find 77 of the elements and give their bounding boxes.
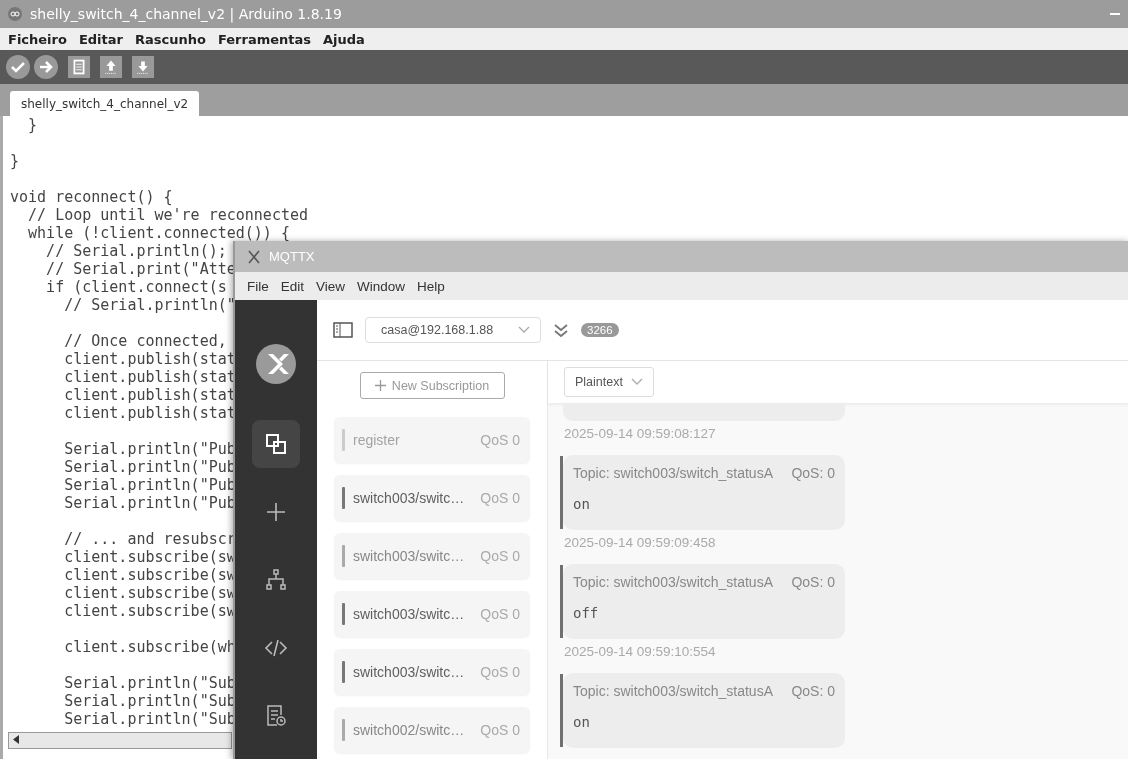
code-line: Serial.println("Pub: [63, 440, 236, 458]
menu-item[interactable]: View: [310, 278, 352, 294]
message-topic: Topic: switch003/switch_statusA: [573, 683, 773, 699]
chevron-down-icon: [518, 326, 530, 334]
code-line: // Serial.println(": [63, 296, 236, 314]
app-logo-icon: [8, 7, 22, 21]
message-time: 2025-09-14 09:59:08:127: [563, 425, 716, 441]
code-line: client.subscribe(sw: [63, 548, 236, 566]
window-title: MQTTX: [269, 249, 315, 264]
code-line: // ... and resubscr: [63, 530, 236, 548]
x-logo-icon: [247, 249, 261, 264]
code-line: // Serial.print("Atte: [45, 260, 236, 278]
code-line: client.publish(stat: [63, 350, 236, 368]
code-line: Serial.println("Pub: [63, 476, 236, 494]
code-line: client.publish(stat: [63, 386, 236, 404]
file-tab[interactable]: shelly_switch_4_channel_v2: [10, 91, 200, 116]
code-line: if (client.connect(s: [45, 278, 227, 296]
menu-item[interactable]: File: [241, 278, 275, 294]
message-topic: Topic: switch003/switch_statusA: [573, 465, 773, 481]
window-title: shelly_switch_4_channel_v2 | Arduino 1.8.19: [30, 6, 342, 22]
message-qos: QoS: 0: [791, 574, 835, 590]
menu-item[interactable]: Window: [351, 278, 412, 294]
code-line: Serial.println("Pub: [63, 494, 236, 512]
left-arrow-icon[interactable]: [13, 735, 19, 744]
message-payload: off: [573, 605, 599, 621]
code-line: Serial.println("Pub: [63, 458, 236, 476]
code-line: Serial.println("Sub: [63, 674, 236, 692]
check-icon[interactable]: [6, 55, 30, 79]
code-line: Serial.println("Sub: [63, 710, 236, 728]
menu-item[interactable]: Editar: [78, 31, 123, 47]
code-line: while (!client.connected()) {: [27, 224, 290, 242]
code-line: }: [27, 116, 38, 134]
double-chevron-icon[interactable]: [553, 322, 569, 338]
app-logo-icon: [256, 344, 296, 384]
message-payload: on: [573, 496, 590, 512]
code-line: // Serial.println();: [45, 242, 227, 260]
horizontal-scrollbar[interactable]: [8, 732, 232, 749]
upload-icon[interactable]: [100, 56, 122, 78]
code-line: client.publish(stat: [63, 404, 236, 422]
code-line: Serial.println("Sub: [63, 692, 236, 710]
plus-icon: [374, 380, 386, 391]
connection-dropdown[interactable]: casa@192.168.1.88: [365, 317, 541, 343]
code-line: // Loop until we're reconnected: [27, 206, 308, 224]
code-line: void reconnect() {: [10, 188, 173, 206]
subscription-item[interactable]: switch003/switc… QoS 0: [334, 649, 530, 695]
subscription-item[interactable]: switch003/switc… QoS 0: [334, 475, 530, 521]
download-icon[interactable]: [132, 56, 154, 78]
message-count-badge: 3266: [581, 323, 619, 337]
message-time: 2025-09-14 09:59:10:554: [563, 643, 716, 659]
chevron-down-icon: [630, 378, 643, 386]
tree-icon: [264, 568, 288, 592]
document-icon[interactable]: [68, 56, 90, 78]
code-line: client.publish(stat: [63, 368, 236, 386]
windows-icon: [264, 432, 288, 456]
sidebar-toggle-icon[interactable]: [333, 322, 353, 338]
menu-item[interactable]: Ferramentas: [217, 31, 311, 47]
code-line: client.subscribe(wh: [63, 638, 236, 656]
code-line: // Once connected,: [63, 332, 227, 350]
code-line: }: [10, 152, 20, 170]
menu-item[interactable]: Ficheiro: [8, 31, 67, 47]
nav-button[interactable]: [252, 420, 300, 468]
subscription-item[interactable]: switch003/switc… QoS 0: [334, 591, 530, 637]
code-line: client.subscribe(sw: [63, 584, 236, 602]
message-payload: on: [573, 714, 590, 730]
message-topic: Topic: switch003/switch_statusA: [573, 574, 773, 590]
log-icon: [264, 704, 288, 728]
menu-item[interactable]: Rascunho: [134, 31, 206, 47]
message-time: 2025-09-14 09:59:09:458: [563, 534, 716, 550]
plus-icon: [264, 500, 288, 524]
format-dropdown[interactable]: Plaintext: [564, 367, 654, 397]
menu-item[interactable]: Edit: [274, 278, 311, 294]
message-qos: QoS: 0: [791, 683, 835, 699]
code-line: client.subscribe(sw: [63, 602, 236, 620]
menu-item[interactable]: Ajuda: [323, 31, 365, 47]
code-line: client.subscribe(sw: [63, 566, 236, 584]
menu-item[interactable]: Help: [411, 278, 451, 294]
message-qos: QoS: 0: [791, 465, 835, 481]
